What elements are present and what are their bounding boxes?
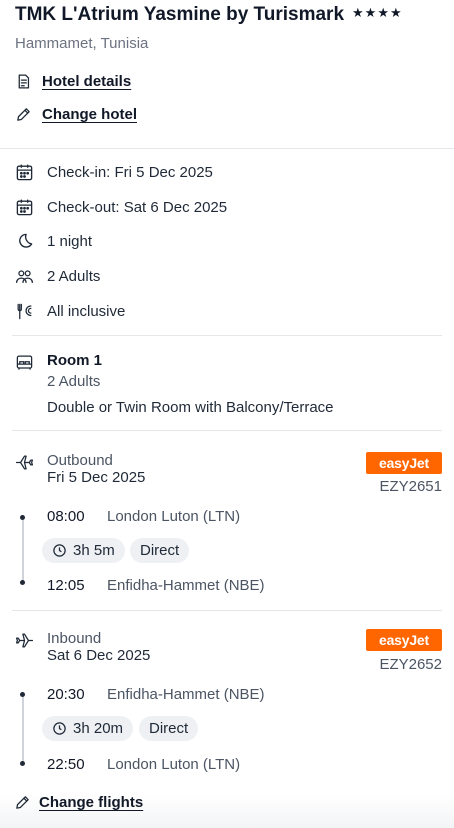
hotel-name: TMK L'Atrium Yasmine by Turismark [15,4,345,25]
outbound-timeline [22,518,24,581]
outbound-label: Outbound [47,452,113,469]
inbound-depart-airport: Enfidha-Hammet (NBE) [107,686,265,703]
document-icon [15,73,32,90]
change-flights-label: Change flights [39,794,144,811]
pencil-icon [15,106,32,123]
star-rating-icon: ★★★★ [352,5,403,20]
inbound-duration-chip: 3h 20m [42,716,134,741]
inbound-stops: Direct [149,720,189,737]
outbound-depart-airport: London Luton (LTN) [107,508,241,525]
room-occupancy: 2 Adults [47,373,101,390]
plane-departure-icon [15,453,34,472]
nights-row: 1 night [15,232,92,251]
divider [12,610,442,611]
divider [12,430,442,431]
outbound-arrive-time: 12:05 [47,577,85,594]
clock-icon [52,721,67,736]
inbound-flight-number: EZY2652 [379,656,442,673]
check-in-row: Check-in: Fri 5 Dec 2025 [15,163,213,182]
cutlery-icon [15,302,34,321]
outbound-stops: Direct [140,542,180,559]
change-flights-link[interactable]: Change flights [14,794,143,811]
timeline-dot [20,761,25,766]
hotel-details-label: Hotel details [42,73,132,90]
clock-icon [52,543,67,558]
moon-icon [15,232,34,251]
check-in-text: Check-in: Fri 5 Dec 2025 [47,164,213,181]
outbound-flight-number: EZY2651 [379,478,442,495]
airline-logo: easyJet [366,629,442,651]
airline-logo: easyJet [366,452,442,474]
inbound-stops-chip: Direct [139,716,199,741]
inbound-label: Inbound [47,630,102,647]
people-icon [15,267,34,286]
inbound-arrive-time: 22:50 [47,756,85,773]
hotel-title: TMK L'Atrium Yasmine by Turismark ★★★★ [15,4,403,26]
change-hotel-link[interactable]: Change hotel [15,106,137,123]
outbound-duration: 3h 5m [73,542,115,559]
timeline-dot [20,692,25,697]
outbound-depart-time: 08:00 [47,508,85,525]
plane-arrival-icon [15,631,34,650]
bed-icon [15,353,34,372]
guests-text: 2 Adults [47,268,101,285]
board-row: All inclusive [15,302,125,321]
outbound-stops-chip: Direct [130,538,190,563]
hotel-location: Hammamet, Tunisia [15,35,149,52]
outbound-duration-chip: 3h 5m [42,538,125,563]
inbound-timeline [22,695,24,762]
hotel-details-link[interactable]: Hotel details [15,73,131,90]
room-type: Double or Twin Room with Balcony/Terrace [47,399,334,416]
change-hotel-label: Change hotel [42,106,138,123]
timeline-dot [20,515,25,520]
divider [12,335,442,336]
nights-text: 1 night [47,233,93,250]
calendar-icon [15,198,34,217]
timeline-dot [20,580,25,585]
check-out-text: Check-out: Sat 6 Dec 2025 [47,199,228,216]
inbound-arrive-airport: London Luton (LTN) [107,756,241,773]
guests-row: 2 Adults [15,267,100,286]
outbound-date: Fri 5 Dec 2025 [47,469,146,486]
calendar-icon [15,163,34,182]
divider [0,148,454,149]
outbound-arrive-airport: Enfidha-Hammet (NBE) [107,577,265,594]
room-title: Room 1 [47,352,103,369]
inbound-date: Sat 6 Dec 2025 [47,647,151,664]
check-out-row: Check-out: Sat 6 Dec 2025 [15,198,227,217]
inbound-duration: 3h 20m [73,720,124,737]
pencil-icon [14,794,31,811]
inbound-depart-time: 20:30 [47,686,85,703]
board-text: All inclusive [47,303,126,320]
